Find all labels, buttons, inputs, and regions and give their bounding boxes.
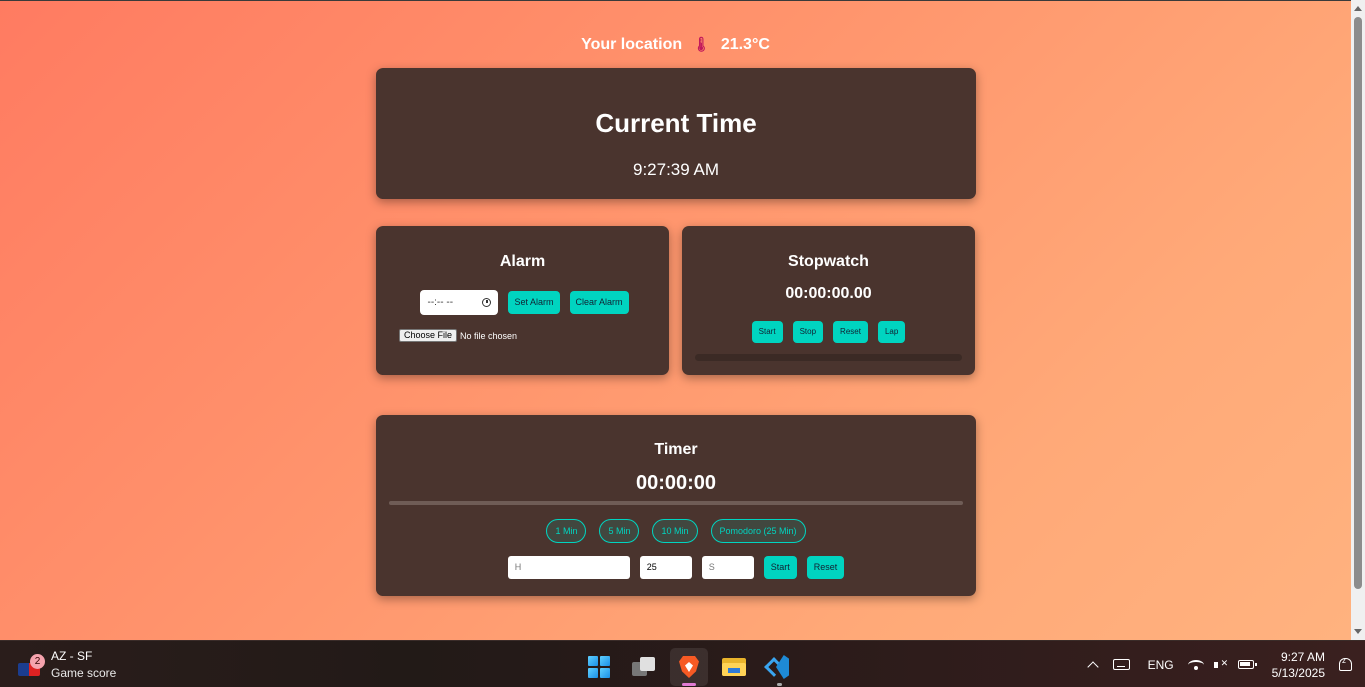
keyboard-icon[interactable] xyxy=(1112,659,1130,670)
taskbar-date: 5/13/2025 xyxy=(1271,665,1325,680)
timer-display: 00:00:00 xyxy=(635,472,717,494)
clock-area[interactable]: 9:27 AM 5/13/2025 xyxy=(1272,649,1325,681)
current-time-card: Current Time 9:27:39 AM xyxy=(376,68,976,199)
choose-file-button[interactable]: Choose File xyxy=(399,329,458,342)
minutes-input[interactable]: 25 xyxy=(639,556,692,579)
stopwatch-stop-button[interactable]: Stop xyxy=(792,321,824,343)
taskbar: 2 AZ - SF Game score ENG ✕ 9:27 AM 5/13/… xyxy=(0,640,1365,687)
timer-reset-button[interactable]: Reset xyxy=(806,556,845,579)
preset-10-min-button[interactable]: 10 Min xyxy=(652,519,698,543)
alarm-time-placeholder: --:-- -- xyxy=(427,297,454,308)
vscode-icon[interactable] xyxy=(760,648,798,686)
alarm-title: Alarm xyxy=(499,253,546,270)
timer-presets: 1 Min 5 Min 10 Min Pomodoro (25 Min) xyxy=(376,519,976,543)
timer-card: Timer 00:00:00 1 Min 5 Min 10 Min Pomodo… xyxy=(376,415,976,596)
volume-muted-icon xyxy=(1213,658,1228,671)
seconds-input[interactable]: S xyxy=(701,556,754,579)
preset-pomodoro-button[interactable]: Pomodoro (25 Min) xyxy=(710,519,806,543)
timer-start-button[interactable]: Start xyxy=(763,556,797,579)
notification-bell-icon[interactable] xyxy=(1339,656,1352,671)
clear-alarm-button[interactable]: Clear Alarm xyxy=(569,291,629,314)
brave-browser-icon[interactable] xyxy=(670,648,708,686)
battery-icon xyxy=(1237,660,1257,669)
taskbar-time: 9:27 AM xyxy=(1280,649,1325,664)
location-label: Your location xyxy=(581,36,683,53)
scroll-down-arrow-icon[interactable] xyxy=(1354,629,1362,634)
stopwatch-laps-area xyxy=(695,354,962,361)
hours-input[interactable]: H xyxy=(507,556,630,579)
app-page: Your location 🌡 21.3°C Current Time 9:27… xyxy=(0,0,1351,640)
page-scrollbar[interactable] xyxy=(1351,0,1365,640)
file-status: No file chosen xyxy=(460,330,518,341)
mlb-icon: 2 xyxy=(18,653,45,676)
scroll-up-arrow-icon[interactable] xyxy=(1354,6,1362,11)
show-hidden-icons-chevron-icon[interactable] xyxy=(1086,660,1099,673)
file-explorer-icon[interactable] xyxy=(715,648,753,686)
widget-title: AZ - SF xyxy=(51,649,93,663)
system-tray: ENG 9:27 AM 5/13/2025 xyxy=(1084,641,1365,687)
temperature-value: 21.3°C xyxy=(720,36,770,53)
timer-title: Timer xyxy=(654,441,698,458)
alarm-sound-file-input: Choose File No file chosen xyxy=(399,329,517,342)
weather-display: Your location 🌡 21.3°C xyxy=(0,36,1351,54)
clock-icon[interactable] xyxy=(482,298,492,307)
stopwatch-lap-button[interactable]: Lap xyxy=(877,321,906,343)
timer-inputs: H 25 S Start Reset xyxy=(376,556,976,579)
task-view-icon[interactable] xyxy=(625,648,663,686)
alarm-time-input[interactable]: --:-- -- xyxy=(420,290,499,315)
current-time-value: 9:27:39 AM xyxy=(632,160,719,179)
wifi-icon xyxy=(1187,659,1204,670)
current-time-title: Current Time xyxy=(595,108,757,138)
sports-widget[interactable]: 2 AZ - SF Game score xyxy=(18,649,116,680)
timer-progress-bar xyxy=(389,501,963,505)
scrollbar-thumb[interactable] xyxy=(1354,17,1362,589)
alarm-card: Alarm --:-- -- Set Alarm Clear Alarm Cho… xyxy=(376,226,669,375)
thermometer-icon: 🌡 xyxy=(692,36,711,52)
start-icon[interactable] xyxy=(580,648,618,686)
taskbar-apps xyxy=(580,648,798,686)
language-indicator[interactable]: ENG xyxy=(1148,658,1174,672)
stopwatch-reset-button[interactable]: Reset xyxy=(833,321,868,343)
stopwatch-display: 00:00:00.00 xyxy=(785,285,872,302)
preset-1-min-button[interactable]: 1 Min xyxy=(546,519,587,543)
quick-settings[interactable] xyxy=(1187,658,1257,671)
set-alarm-button[interactable]: Set Alarm xyxy=(508,291,560,314)
notification-badge: 2 xyxy=(30,653,45,669)
stopwatch-title: Stopwatch xyxy=(788,253,869,270)
widget-subtitle: Game score xyxy=(51,666,117,680)
stopwatch-card: Stopwatch 00:00:00.00 Start Stop Reset L… xyxy=(682,226,975,375)
alarm-controls: --:-- -- Set Alarm Clear Alarm xyxy=(376,290,669,315)
preset-5-min-button[interactable]: 5 Min xyxy=(599,519,640,543)
stopwatch-controls: Start Stop Reset Lap xyxy=(682,321,975,343)
stopwatch-start-button[interactable]: Start xyxy=(751,321,783,343)
